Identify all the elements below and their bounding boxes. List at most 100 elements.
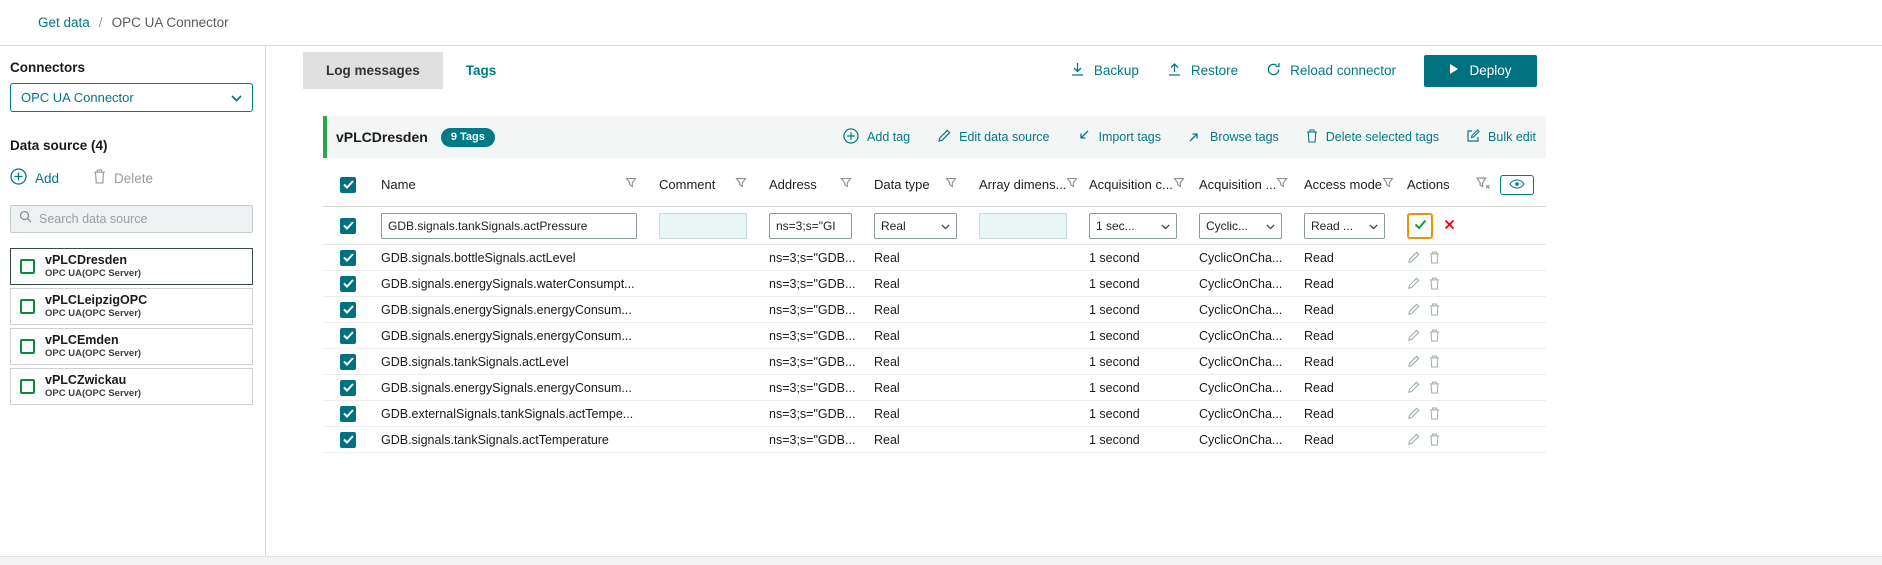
delete-tag-icon[interactable] <box>1429 433 1440 446</box>
search-datasource-input[interactable] <box>39 212 244 226</box>
delete-tag-icon[interactable] <box>1429 407 1440 420</box>
cancel-tag-button[interactable] <box>1444 218 1455 233</box>
table-row[interactable]: GDB.signals.tankSignals.actLevel ns=3;s=… <box>323 349 1546 375</box>
tag-address-input[interactable] <box>769 213 852 239</box>
row-checkbox[interactable] <box>340 406 356 422</box>
table-row[interactable]: GDB.signals.energySignals.energyConsum..… <box>323 323 1546 349</box>
edit-data-source-button[interactable]: Edit data source <box>937 129 1049 146</box>
select-all-checkbox[interactable] <box>340 177 356 193</box>
tab-log-messages[interactable]: Log messages <box>303 52 443 89</box>
bulk-edit-button[interactable]: Bulk edit <box>1466 129 1536 146</box>
delete-selected-tags-button[interactable]: Delete selected tags <box>1306 129 1439 146</box>
delete-tag-icon[interactable] <box>1429 303 1440 316</box>
data-type-select[interactable]: Real <box>874 213 957 239</box>
access-mode-select[interactable]: Read ... <box>1304 213 1385 239</box>
datasource-item-vplczwickau[interactable]: vPLCZwickau OPC UA(OPC Server) <box>10 368 253 405</box>
tag-comment-input[interactable] <box>659 213 747 239</box>
tag-name: GDB.signals.energySignals.energyConsum..… <box>373 329 651 343</box>
filter-icon[interactable] <box>1066 177 1078 192</box>
delete-tag-icon[interactable] <box>1429 355 1440 368</box>
acquisition-cycle-select[interactable]: 1 sec... <box>1089 213 1177 239</box>
edit-tag-icon[interactable] <box>1407 407 1420 420</box>
tag-data-type: Real <box>866 251 971 265</box>
browse-tags-button[interactable]: Browse tags <box>1188 129 1279 146</box>
add-datasource-button[interactable]: Add <box>10 168 59 188</box>
delete-tag-icon[interactable] <box>1429 251 1440 264</box>
browse-tags-label: Browse tags <box>1210 130 1279 144</box>
tag-access-mode: Read <box>1296 251 1399 265</box>
datasource-checkbox[interactable] <box>20 259 35 274</box>
row-checkbox[interactable] <box>340 250 356 266</box>
row-checkbox[interactable] <box>340 380 356 396</box>
datasource-item-vplcleipzigopc[interactable]: vPLCLeipzigOPC OPC UA(OPC Server) <box>10 288 253 325</box>
array-dimension-input[interactable] <box>979 213 1067 239</box>
table-row[interactable]: GDB.externalSignals.tankSignals.actTempe… <box>323 401 1546 427</box>
edit-tag-icon[interactable] <box>1407 329 1420 342</box>
restore-button[interactable]: Restore <box>1167 62 1238 80</box>
tag-acquisition-mode: CyclicOnCha... <box>1191 277 1296 291</box>
import-tags-button[interactable]: Import tags <box>1076 129 1161 146</box>
clear-filters-icon[interactable] <box>1476 177 1491 193</box>
deploy-button[interactable]: Deploy <box>1424 55 1537 87</box>
column-header-array-dimension: Array dimens... <box>979 177 1066 192</box>
edit-tag-icon[interactable] <box>1407 303 1420 316</box>
table-row[interactable]: GDB.signals.energySignals.waterConsumpt.… <box>323 271 1546 297</box>
backup-button[interactable]: Backup <box>1070 62 1139 80</box>
acquisition-mode-select[interactable]: Cyclic... <box>1199 213 1282 239</box>
delete-datasource-label: Delete <box>114 171 153 186</box>
table-row[interactable]: GDB.signals.bottleSignals.actLevel ns=3;… <box>323 245 1546 271</box>
edit-tag-icon[interactable] <box>1407 277 1420 290</box>
datasource-type: OPC UA(OPC Server) <box>45 268 141 279</box>
tab-tags[interactable]: Tags <box>443 52 520 89</box>
column-visibility-button[interactable] <box>1500 175 1534 195</box>
edit-tag-icon[interactable] <box>1407 433 1420 446</box>
table-row[interactable]: GDB.signals.energySignals.energyConsum..… <box>323 297 1546 323</box>
edit-tag-icon[interactable] <box>1407 381 1420 394</box>
connector-dropdown[interactable]: OPC UA Connector <box>10 83 253 112</box>
row-checkbox[interactable] <box>340 218 356 234</box>
tag-access-mode: Read <box>1296 355 1399 369</box>
tag-address: ns=3;s="GDB... <box>761 329 866 343</box>
delete-datasource-button[interactable]: Delete <box>93 169 153 187</box>
tag-name-input[interactable] <box>381 213 637 239</box>
datasource-checkbox[interactable] <box>20 299 35 314</box>
row-checkbox[interactable] <box>340 354 356 370</box>
close-icon <box>1444 218 1455 233</box>
datasource-name: vPLCZwickau <box>45 373 141 388</box>
row-checkbox[interactable] <box>340 302 356 318</box>
filter-icon[interactable] <box>1276 177 1288 192</box>
breadcrumb-get-data-link[interactable]: Get data <box>38 15 90 30</box>
filter-icon[interactable] <box>945 177 957 192</box>
edit-tag-icon[interactable] <box>1407 355 1420 368</box>
breadcrumb-current: OPC UA Connector <box>112 15 229 30</box>
upload-icon <box>1167 62 1182 80</box>
datasource-item-vplcemden[interactable]: vPLCEmden OPC UA(OPC Server) <box>10 328 253 365</box>
edit-tag-icon[interactable] <box>1407 251 1420 264</box>
row-checkbox[interactable] <box>340 276 356 292</box>
bulk-edit-label: Bulk edit <box>1488 130 1536 144</box>
datasource-item-vplcdresden[interactable]: vPLCDresden OPC UA(OPC Server) <box>10 248 253 285</box>
datasource-checkbox[interactable] <box>20 379 35 394</box>
datasource-checkbox[interactable] <box>20 339 35 354</box>
reload-connector-button[interactable]: Reload connector <box>1266 62 1396 80</box>
tag-edit-row: Real 1 sec... Cyclic... <box>323 207 1546 245</box>
filter-icon[interactable] <box>1382 177 1394 192</box>
filter-icon[interactable] <box>625 177 637 192</box>
confirm-tag-button[interactable] <box>1407 213 1433 239</box>
tag-acquisition-mode: CyclicOnCha... <box>1191 303 1296 317</box>
delete-tag-icon[interactable] <box>1429 381 1440 394</box>
row-checkbox[interactable] <box>340 432 356 448</box>
tag-name: GDB.signals.tankSignals.actTemperature <box>373 433 651 447</box>
filter-icon[interactable] <box>840 177 852 192</box>
tag-acquisition-cycle: 1 second <box>1081 251 1191 265</box>
row-checkbox[interactable] <box>340 328 356 344</box>
filter-icon[interactable] <box>1173 177 1185 192</box>
tag-count-badge: 9 Tags <box>441 128 495 147</box>
table-row[interactable]: GDB.signals.tankSignals.actTemperature n… <box>323 427 1546 453</box>
filter-icon[interactable] <box>735 177 747 192</box>
table-row[interactable]: GDB.signals.energySignals.energyConsum..… <box>323 375 1546 401</box>
add-tag-button[interactable]: Add tag <box>843 128 910 147</box>
delete-tag-icon[interactable] <box>1429 329 1440 342</box>
horizontal-scrollbar[interactable] <box>0 556 1882 565</box>
delete-tag-icon[interactable] <box>1429 277 1440 290</box>
